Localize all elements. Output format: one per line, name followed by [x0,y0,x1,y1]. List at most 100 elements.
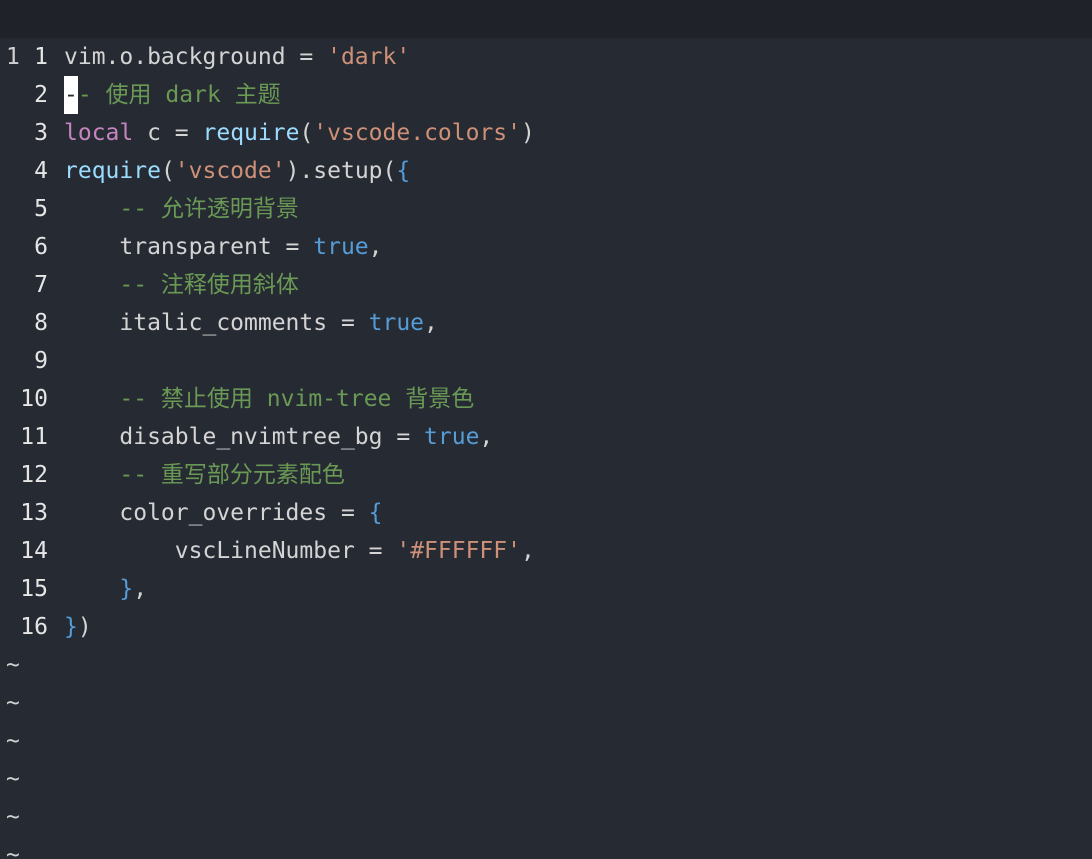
empty-buffer-lines: ~ ~ ~ ~ ~ ~ [0,646,1092,859]
code-line[interactable]: 13 color_overrides = { [0,494,1092,532]
line-number: 1 [34,44,48,70]
line-code[interactable]: local c = require('vscode.colors') [64,114,535,152]
empty-line: ~ [0,646,1092,684]
code-token-kw: local [64,120,134,146]
code-token-txt: transparent = [64,234,314,260]
code-token-txt: italic_comments = [64,310,369,336]
code-line[interactable]: 1 vim.o.background = 'dark' [0,38,1092,76]
code-line[interactable]: 2 [0,76,1092,114]
line-number: 2 [34,82,48,108]
code-token-cmt: -- 重写部分元素配色 [119,462,345,488]
code-token-txt: color_overrides = [64,500,369,526]
code-token-txt: , [520,538,535,564]
line-number: 10 [20,386,48,412]
line-code[interactable]: vscLineNumber = '#FFFFFF', [64,532,535,570]
code-token-txt: , [424,310,438,336]
code-token-str: 'vscode.colors' [313,120,522,146]
empty-line: ~ [0,798,1092,836]
code-token-txt: ( [299,120,314,146]
code-token-txt: ) [521,120,535,146]
code-line[interactable]: 4 require('vscode').setup({ [0,152,1092,190]
line-number: 11 [20,424,48,450]
line-code[interactable]: -- 允许透明背景 [64,190,299,228]
code-line[interactable]: 3 local c = require('vscode.colors') [0,114,1092,152]
line-number: 15 [20,576,48,602]
empty-line: ~ [0,722,1092,760]
code-token-txt: disable_nvimtree_bg = [64,424,425,450]
line-code[interactable]: transparent = true, [64,228,383,266]
line-number: 7 [34,272,48,298]
code-token-str: 'dark' [327,44,411,70]
line-number: 3 [34,120,48,146]
line-number: 6 [34,234,48,260]
line-code[interactable]: italic_comments = true, [64,304,438,342]
code-token-fn: require [64,158,161,184]
line-code[interactable]: }) [64,608,92,646]
code-token-cmt: -- 禁止使用 nvim-tree 背景色 [119,386,475,412]
empty-line-marker: ~ [6,804,20,830]
line-number: 13 [20,500,48,526]
line-number: 5 [34,196,48,222]
code-line[interactable]: 7 -- 注释使用斜体 [0,266,1092,304]
code-line[interactable]: 12 -- 重写部分元素配色 [0,456,1092,494]
empty-line-marker: ~ [6,842,20,859]
code-line[interactable]: 9 [0,342,1092,380]
code-token-txt: , [368,234,383,260]
empty-line-marker: ~ [6,766,20,792]
line-number: 8 [34,310,48,336]
line-code[interactable]: vim.o.background = 'dark' [64,38,410,76]
empty-line-marker: ~ [6,652,20,678]
empty-line: ~ [0,684,1092,722]
code-token-brace: } [119,576,134,602]
empty-line-marker: ~ [6,690,20,716]
code-line[interactable]: 14 vscLineNumber = '#FFFFFF', [0,532,1092,570]
code-token-brace: { [368,500,383,526]
line-code[interactable]: -- 重写部分元素配色 [64,456,345,494]
code-token-fn: require [202,120,300,146]
line-code[interactable]: color_overrides = { [64,494,383,532]
code-token-str: 'vscode' [174,158,286,184]
line-number: 14 [20,538,48,564]
code-token-brace: { [396,158,411,184]
code-token-txt: vscLineNumber = [64,538,397,564]
code-token-str: '#FFFFFF' [396,538,521,564]
line-number: 4 [34,158,48,184]
code-token-txt: vim.o.background = [64,44,328,70]
empty-line-marker: ~ [6,728,20,754]
code-line[interactable]: 6 transparent = true, [0,228,1092,266]
code-token-cmt: -- 允许透明背景 [119,196,299,222]
code-token-txt: ) [77,614,92,640]
empty-line: ~ [0,760,1092,798]
code-lines[interactable]: 1 vim.o.background = 'dark' 2 3 local c = re… [0,38,1092,646]
code-token-bool: true [368,310,425,336]
code-line[interactable]: 11 disable_nvimtree_bg = true, [0,418,1092,456]
empty-line: ~ [0,836,1092,859]
vim-editor[interactable]: 1 -- 使用 dark 主题 1 vim.o.background = 'dar… [0,0,1092,859]
code-token-bool: true [424,424,480,450]
line-number: 9 [34,348,48,374]
line-code[interactable]: -- 注释使用斜体 [64,266,299,304]
line-code[interactable]: require('vscode').setup({ [64,152,410,190]
line-code[interactable]: disable_nvimtree_bg = true, [64,418,493,456]
code-line[interactable]: 8 italic_comments = true, [0,304,1092,342]
code-line[interactable]: 16}) [0,608,1092,646]
line-code[interactable]: }, [64,570,147,608]
line-code[interactable]: -- 禁止使用 nvim-tree 背景色 [64,380,474,418]
line-number: 12 [20,462,48,488]
code-line[interactable]: 5 -- 允许透明背景 [0,190,1092,228]
code-token-txt: , [479,424,494,450]
line-number: 16 [20,614,48,640]
code-token-txt: c = [133,120,203,146]
code-line[interactable]: 10 -- 禁止使用 nvim-tree 背景色 [0,380,1092,418]
current-line[interactable]: 1 -- 使用 dark 主题 [0,0,1092,114]
code-token-cmt: -- 注释使用斜体 [119,272,299,298]
code-token-txt: ).setup( [285,158,397,184]
code-token-txt: , [133,576,148,602]
code-line[interactable]: 15 }, [0,570,1092,608]
code-token-txt: ( [160,158,175,184]
